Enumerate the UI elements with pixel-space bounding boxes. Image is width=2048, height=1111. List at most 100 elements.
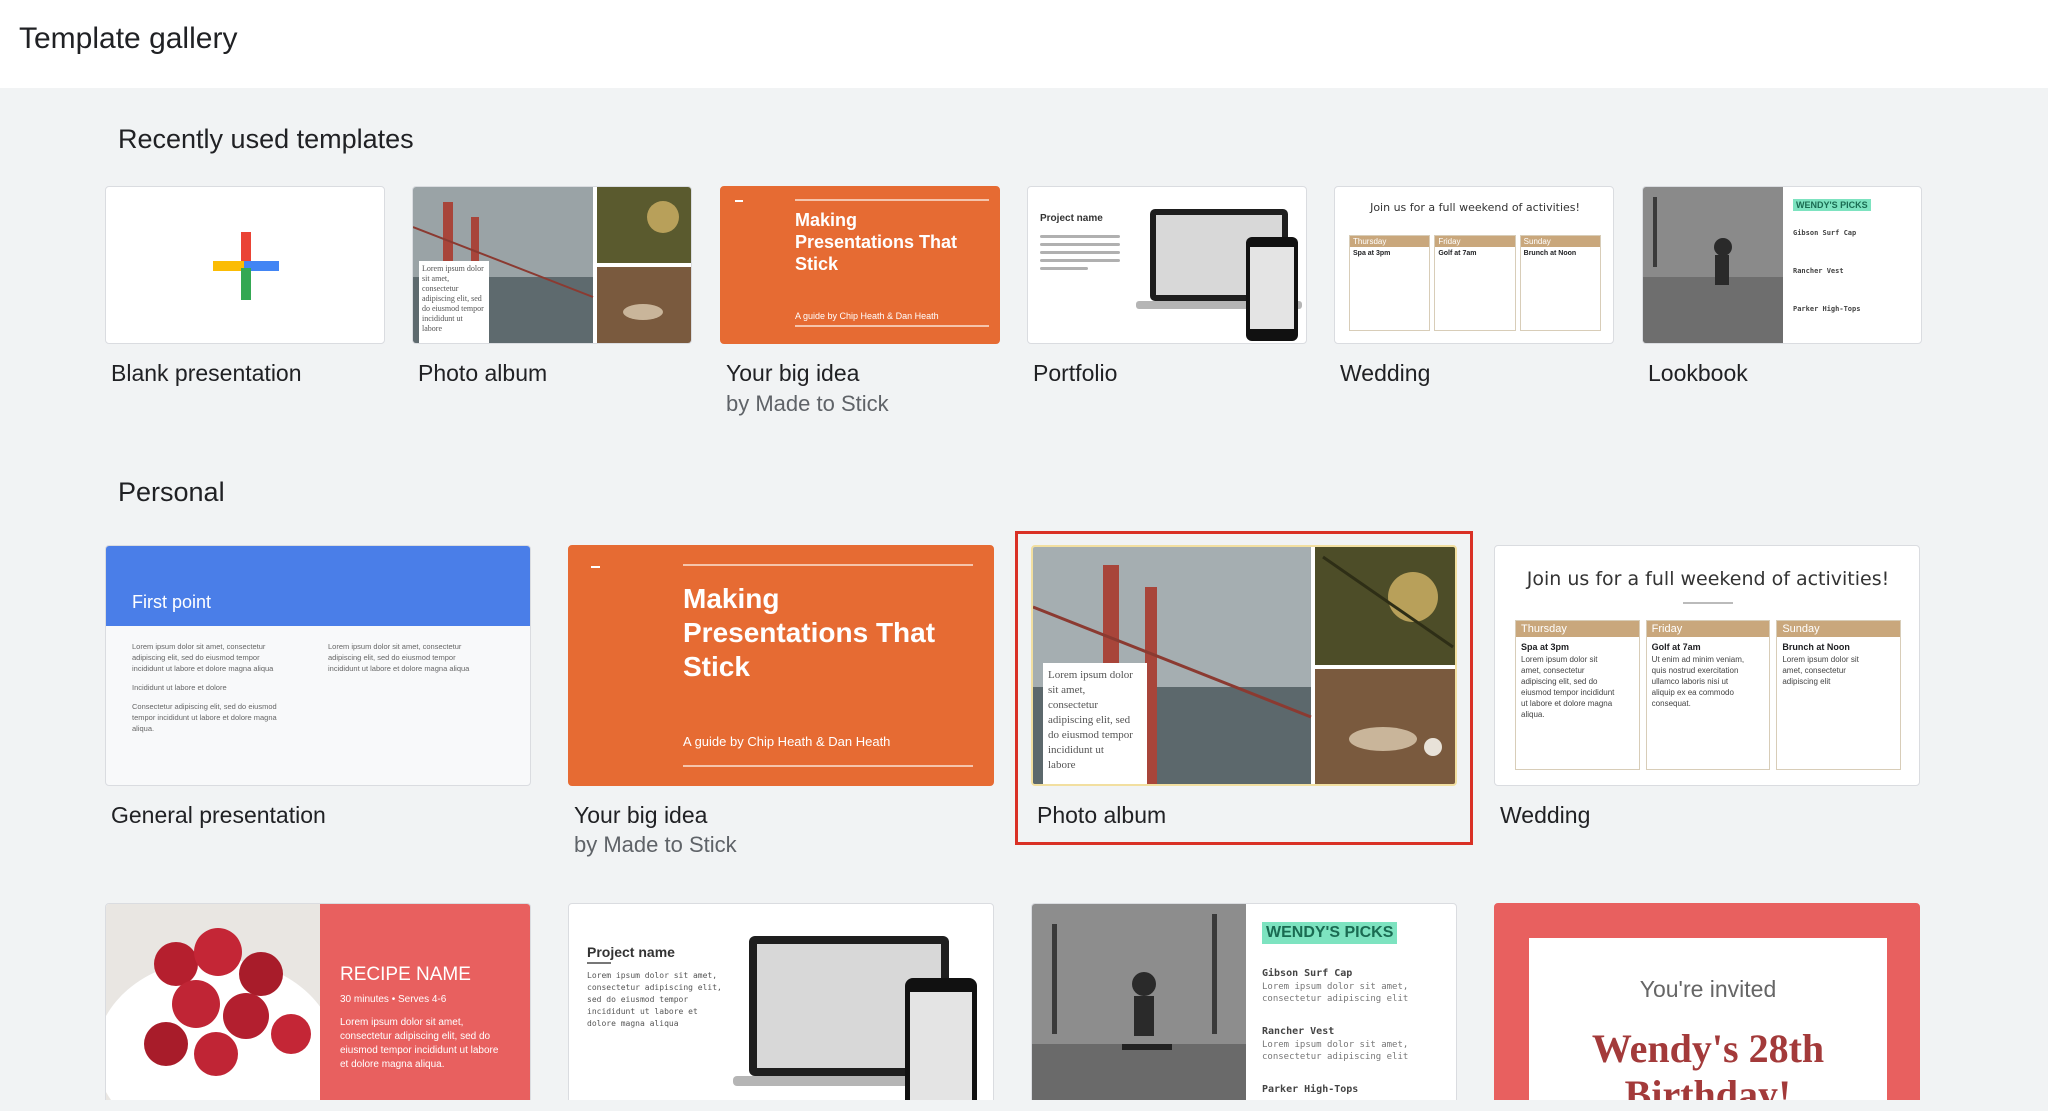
text-line: amet, consectetur — [1521, 666, 1585, 675]
caption-line: labore — [422, 324, 442, 333]
caption-line: consectetur — [422, 284, 459, 293]
template-thumbnail[interactable]: Join us for a full weekend of activities… — [1494, 545, 1920, 786]
template-author: by Made to Stick — [726, 391, 889, 416]
body-line: tempor incididunt ut labore et dolore ma… — [132, 713, 277, 722]
slide-headline: Join us for a full weekend of activities… — [1370, 201, 1580, 214]
template-thumbnail[interactable]: RECIPE NAME 30 minutes • Serves 4-6 Lore… — [105, 903, 531, 1100]
template-thumbnail[interactable]: Project name — [1027, 186, 1307, 344]
template-card-wedding[interactable]: Join us for a full weekend of activities… — [1494, 545, 1920, 845]
photo-caption-box: Lorem ipsum dolor sit amet, consectetur … — [419, 261, 489, 343]
day-column: Sunday Brunch at Noon Lorem ipsum dolor … — [1776, 620, 1902, 770]
template-card-portfolio[interactable]: Project name Portfolio — [1027, 186, 1307, 396]
template-thumbnail[interactable]: First point Lorem ipsum dolor sit amet, … — [105, 545, 531, 786]
product-text: consectetur adipiscing elit — [1262, 994, 1409, 1004]
slide-tagline: A guide by Chip Heath & Dan Heath — [683, 734, 891, 749]
day-label: Sunday — [1777, 621, 1901, 637]
template-thumbnail[interactable]: Making Presentations That Stick A guide … — [568, 545, 994, 786]
recipe-meta: 30 minutes • Serves 4-6 — [340, 994, 447, 1005]
template-card-your-big-idea[interactable]: Making Presentations That Stick A guide … — [568, 545, 994, 865]
text-line: consectetur adipiscing elit, sed do — [340, 1031, 491, 1042]
text-line: adipiscing elit — [1782, 677, 1831, 686]
template-name: Wedding — [1500, 802, 1591, 828]
body-line: incididunt ut labore et dolore magna ali… — [328, 664, 470, 673]
template-card-lookbook[interactable]: WENDY'S PICKS Gibson Surf Cap Rancher Ve… — [1642, 186, 1922, 396]
text-line: Lorem ipsum dolor sit — [1782, 655, 1859, 664]
day-label: Thursday — [1516, 621, 1639, 637]
invitation-card: You're invited Wendy's 28th Birthday! — [1529, 938, 1887, 1100]
section-title-personal: Personal — [118, 477, 225, 507]
slide-title: First point — [132, 592, 212, 612]
text-line: quis nostrud exercitation — [1651, 666, 1739, 675]
caption-line: incididunt ut — [1048, 744, 1104, 756]
template-card-portfolio[interactable]: Project name Lorem ipsum dolor sit amet,… — [568, 903, 994, 1100]
template-thumbnail[interactable]: You're invited Wendy's 28th Birthday! — [1494, 903, 1920, 1100]
product-name: Gibson Surf Cap — [1262, 968, 1353, 979]
caption-line: consectetur — [1048, 699, 1099, 711]
day-label: Sunday — [1520, 236, 1600, 247]
event-line: Wendy's 28th — [1591, 1026, 1825, 1071]
left-column-text: Lorem ipsum dolor sit amet, consectetur … — [132, 641, 312, 734]
caption-line: incididunt ut — [422, 314, 463, 323]
template-thumbnail[interactable]: Making Presentations That Stick A guide … — [720, 186, 1000, 344]
caption-line: adipiscing elit, sed — [422, 294, 482, 303]
template-thumbnail[interactable]: Lorem ipsum dolor sit amet, consectetur … — [412, 186, 692, 344]
text-line: Lorem ipsum dolor sit amet, — [340, 1017, 464, 1028]
template-name: Wedding — [1340, 360, 1431, 386]
text-line: et dolore magna aliqua. — [340, 1059, 445, 1070]
recipe-text: Lorem ipsum dolor sit amet, consectetur … — [340, 1016, 498, 1072]
template-name: Blank presentation — [111, 360, 302, 386]
accent-dash — [735, 200, 743, 202]
heading-line: Stick — [795, 254, 839, 274]
event-label: Spa at 3pm — [1353, 250, 1391, 257]
template-card-invitation[interactable]: You're invited Wendy's 28th Birthday! — [1494, 903, 1920, 1100]
slide-headline: Join us for a full weekend of activities… — [1526, 568, 1890, 590]
slide-heading: Making Presentations That Stick — [795, 209, 957, 275]
template-thumbnail[interactable]: Lorem ipsum dolor sit amet, consectetur … — [1031, 545, 1457, 786]
caption-line: labore — [1048, 759, 1076, 771]
caption-line: sit amet, — [1048, 684, 1086, 696]
template-card-blank-presentation[interactable]: Blank presentation — [105, 186, 385, 396]
template-thumbnail[interactable]: WENDY'S PICKS Gibson Surf Cap Rancher Ve… — [1642, 186, 1922, 344]
template-name: Your big idea — [726, 360, 860, 386]
template-thumbnail[interactable] — [105, 186, 385, 344]
text-line: consequat. — [1651, 699, 1691, 708]
body-line: adipiscing elit, sed do eiusmod tempor — [132, 653, 260, 662]
template-card-photo-album[interactable]: Lorem ipsum dolor sit amet, consectetur … — [412, 186, 692, 396]
text-line: eiusmod tempor incididunt ut labore — [340, 1045, 499, 1056]
template-name: Portfolio — [1033, 360, 1118, 386]
body-line: adipiscing elit, sed do eiusmod tempor — [328, 653, 456, 662]
product-text: Lorem ipsum dolor sit amet, — [1262, 982, 1409, 992]
template-thumbnail[interactable]: Project name Lorem ipsum dolor sit amet,… — [568, 903, 994, 1100]
header-bar: Template gallery — [0, 0, 2048, 88]
body-line: incididunt ut labore et dolore magna ali… — [132, 664, 274, 673]
invite-heading: You're invited — [1639, 976, 1777, 1002]
template-card-photo-album-selected[interactable]: Lorem ipsum dolor sit amet, consectetur … — [1031, 545, 1457, 835]
template-thumbnail[interactable]: WENDY'S PICKS Gibson Surf Cap Lorem ipsu… — [1031, 903, 1457, 1100]
schedule-columns: Thursday Spa at 3pm Lorem ipsum dolor si… — [1515, 620, 1902, 770]
template-thumbnail[interactable]: Join us for a full weekend of activities… — [1334, 186, 1614, 344]
section-title-recent: Recently used templates — [118, 124, 414, 154]
caption-line: do eiusmod tempor — [422, 304, 484, 313]
day-column: Thursday Spa at 3pm Lorem ipsum dolor si… — [1515, 620, 1640, 770]
template-card-recipe[interactable]: RECIPE NAME 30 minutes • Serves 4-6 Lore… — [105, 903, 531, 1100]
template-name: Lookbook — [1648, 360, 1748, 386]
page-title: Template gallery — [19, 22, 238, 55]
template-card-lookbook[interactable]: WENDY'S PICKS Gibson Surf Cap Lorem ipsu… — [1031, 903, 1457, 1100]
text-line: Ut enim ad minim veniam, — [1651, 655, 1745, 664]
text-line: amet, consectetur — [1782, 666, 1846, 675]
recipe-panel: RECIPE NAME 30 minutes • Serves 4-6 Lore… — [320, 904, 530, 1100]
template-card-your-big-idea[interactable]: Making Presentations That Stick A guide … — [720, 186, 1000, 426]
heading-line: Making — [795, 210, 858, 230]
divider — [683, 564, 973, 566]
photo-caption-box: Lorem ipsum dolor sit amet, consectetur … — [1043, 663, 1147, 784]
day-label: Friday — [1646, 621, 1770, 637]
template-name: Photo album — [418, 360, 548, 386]
template-card-general-presentation[interactable]: First point Lorem ipsum dolor sit amet, … — [105, 545, 531, 845]
devices-mockup-image — [733, 936, 977, 1100]
plus-icon — [213, 232, 279, 300]
divider — [683, 765, 973, 767]
recipe-title: RECIPE NAME — [340, 964, 471, 985]
body-line: Consectetur adipiscing elit, sed do eius… — [132, 702, 277, 711]
template-card-wedding[interactable]: Join us for a full weekend of activities… — [1334, 186, 1614, 396]
heading-line: Making — [683, 583, 780, 614]
